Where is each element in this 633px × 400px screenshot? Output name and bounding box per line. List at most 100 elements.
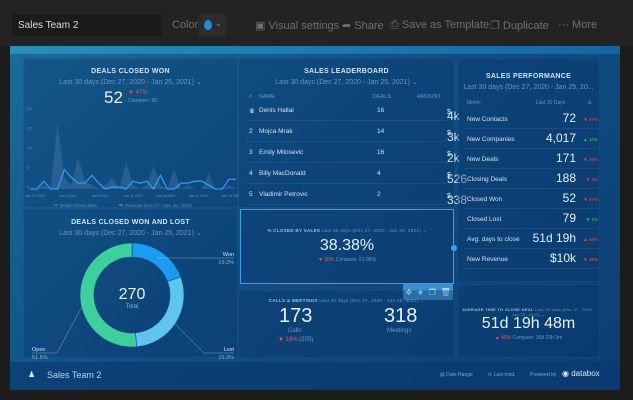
date-range-dropdown[interactable]: Last 30 days (Dec 27, 2020 - Jan 25, 20.… <box>458 84 599 91</box>
metric-name: New Revenue <box>467 256 508 263</box>
slice-percent: 51.5% <box>32 355 48 359</box>
deals-closed-won-tile[interactable]: DEALS CLOSED WON Last 30 days (Dec 27, 2… <box>23 58 239 208</box>
y-tick-label: 15 <box>27 126 32 131</box>
color-picker[interactable]: ⌄ <box>198 14 226 36</box>
rank: 3 <box>249 149 253 156</box>
template-icon: ⎙ <box>390 19 402 31</box>
date-range-dropdown[interactable]: Last 30 days (Dec 27, 2020 - Jan 25, 202… <box>239 78 454 86</box>
kpi-value: 38.38% <box>319 237 375 254</box>
duplicate-button[interactable]: ❐ Duplicate <box>490 19 549 32</box>
metric-change: ▼ 4% <box>585 177 598 182</box>
slice-percent: 19.3% <box>218 260 234 266</box>
deals-count: 16 <box>377 149 385 156</box>
deals-won-lost-tile[interactable]: DEALS CLOSED WON AND LOST Last 30 days (… <box>23 208 238 359</box>
rep-name: Billy MacDonald <box>259 170 306 177</box>
leaderboard-tile[interactable]: SALES LEADERBOARD Last 30 days (Dec 27, … <box>238 58 467 208</box>
dashboard-footer: ♟ Sales Team 2 ▤ Date Range ⟳ Last mod. … <box>10 362 620 390</box>
rep-name: Emily Milosevic <box>259 149 304 156</box>
board-name-input[interactable] <box>12 14 162 36</box>
metric-name: New Contacts <box>467 116 508 123</box>
donut-chart: Won 19.3% Lost 29.3% Open 51.5% 270Total <box>32 242 235 359</box>
y-tick-label: 20 <box>27 107 32 111</box>
table-row[interactable]: New Contacts 72 ▼ 47% <box>464 109 598 129</box>
table-row[interactable]: Closing Deals 188 ▼ 4% <box>464 169 598 189</box>
table-row[interactable]: 2 Mojca Mrak 14 $3k <box>247 122 460 144</box>
powered-by: Powered by <box>530 372 557 378</box>
rank: 5 <box>249 191 253 198</box>
metric-name: New Companies <box>467 136 515 143</box>
top-toolbar: Color ⌄ ▣ Visual settings ➦ Share ⎙ Save… <box>0 0 633 46</box>
closed-by-sales-tile[interactable]: % CLOSED BY SALES Last 30 days (Dec 27, … <box>240 209 457 284</box>
metric-name: Avg. days to close <box>467 236 520 243</box>
table-row[interactable]: 3 Emily Milosevic 16 $2k <box>247 143 460 165</box>
metric-value: 72 <box>562 111 576 125</box>
calls-meetings-tile[interactable]: CALLS & MEETINGS Last 30 days (Dec 27, 2… <box>238 290 455 358</box>
calls-change: ▼ 16% (205) <box>278 337 314 343</box>
date-range-dropdown[interactable]: Last 30 days (Dec 27, 2020 - Jan 25, 202… <box>24 78 237 86</box>
line-chart: 0 5 10 15 20 Dec 27 2020 Jan 1 2021 Jan 6 2021 J… <box>25 107 239 208</box>
footer-board-name: Sales Team 2 <box>47 370 102 380</box>
user-icon: ♟ <box>28 370 36 379</box>
kpi-change-row: ▼ 38% Compare: 61.98% <box>317 257 377 263</box>
chevron-down-icon: ⌄ <box>215 19 222 28</box>
last-modified: ⟳ Last mod. <box>488 372 516 378</box>
avg-time-tile[interactable]: AVERAGE TIME TO CLOSE DEAL Last 30 days … <box>457 284 600 358</box>
tile-title: SALES LEADERBOARD <box>304 68 389 75</box>
table-row[interactable]: New Companies 4,017 ▲ 10% <box>464 129 598 149</box>
x-tick-label: Jan 1 2021 <box>59 194 76 198</box>
metric-change: ▲ 10% <box>583 137 598 142</box>
metric-change: ▼ 20% <box>583 157 598 162</box>
image-icon: ▣ <box>255 20 269 32</box>
slice-label: Won <box>223 252 234 258</box>
deals-count: 2 <box>377 191 381 198</box>
meetings-value: 318 <box>384 305 418 327</box>
metric-name: Closed Won <box>467 196 503 203</box>
x-tick-label: Jan 16 2021 <box>156 194 175 198</box>
table-row[interactable]: Closed Won 52 ▼ 47% <box>464 189 598 209</box>
visual-settings-button[interactable]: ▣ Visual settings <box>255 19 339 32</box>
rank: 2 <box>249 128 253 135</box>
leader-line <box>32 296 88 354</box>
metric-change: ▲ 40% <box>583 237 598 242</box>
metric-change: ▼ 47% <box>583 117 598 122</box>
table-row[interactable]: New Deals 171 ▼ 20% <box>464 149 598 169</box>
metric-change: ▼ 38% <box>583 257 598 262</box>
table-row[interactable]: Closed Lost 79 ▼ 1% <box>464 209 598 229</box>
slice-percent: 29.3% <box>218 355 234 359</box>
tile-title: % CLOSED BY SALES Last 30 days (Dec 27, … <box>267 228 427 233</box>
tile-title: SALES PERFORMANCE <box>485 73 572 80</box>
save-template-button[interactable]: ⎙ Save as Template <box>390 19 489 32</box>
table-row[interactable]: New Revenue $10k ▼ 38% <box>464 249 598 269</box>
metric-value: 4,017 <box>545 131 576 145</box>
date-range-link[interactable]: ▤ Date Range <box>440 372 473 378</box>
more-button[interactable]: ··· More <box>558 19 597 31</box>
tile-title: DEALS CLOSED WON <box>91 68 170 75</box>
table-row[interactable]: ♛ Denis Hallai 16 $4k <box>247 101 460 123</box>
table-row[interactable]: 4 Billy MacDonald 4 $526 <box>247 164 467 186</box>
meetings-label: Meetings <box>387 328 412 334</box>
donut-slice-won[interactable] <box>131 242 182 283</box>
x-tick-label: Jan 21 2021 <box>189 194 208 198</box>
metric-change: ▼ 1% <box>585 217 598 222</box>
table-row[interactable]: Avg. days to close 51d 19h ▲ 40% <box>464 229 598 249</box>
tile-title: CALLS & MEETINGS Last 30 days (Dec 27, 2… <box>268 298 425 303</box>
databox-logo: ◉ databox <box>562 369 600 378</box>
kpi-change: ▼ 47% <box>128 90 148 96</box>
share-button[interactable]: ➦ Share <box>342 19 384 32</box>
rep-name: Mojca Mrak <box>259 128 293 135</box>
y-tick-label: 0 <box>27 184 30 189</box>
calls-label: Calls <box>288 328 302 334</box>
metric-change: ▼ 47% <box>583 197 598 202</box>
y-tick-label: 5 <box>27 165 30 170</box>
metric-name: New Deals <box>467 156 499 163</box>
droplet-icon <box>204 20 212 30</box>
table-row[interactable]: 5 Vladimir Petrovic 2 $338 <box>247 185 467 207</box>
slice-label: Open <box>32 347 45 353</box>
metric-value: 52 <box>562 191 576 205</box>
rep-name: Denis Hallai <box>259 107 294 114</box>
x-tick-label: Jan 11 2021 <box>123 194 142 198</box>
dashboard-header-strip <box>10 46 620 54</box>
slice-label: Lost <box>224 347 235 353</box>
sales-performance-tile[interactable]: SALES PERFORMANCE Last 30 days (Dec 27, … <box>457 58 600 282</box>
rank: 4 <box>249 170 253 177</box>
